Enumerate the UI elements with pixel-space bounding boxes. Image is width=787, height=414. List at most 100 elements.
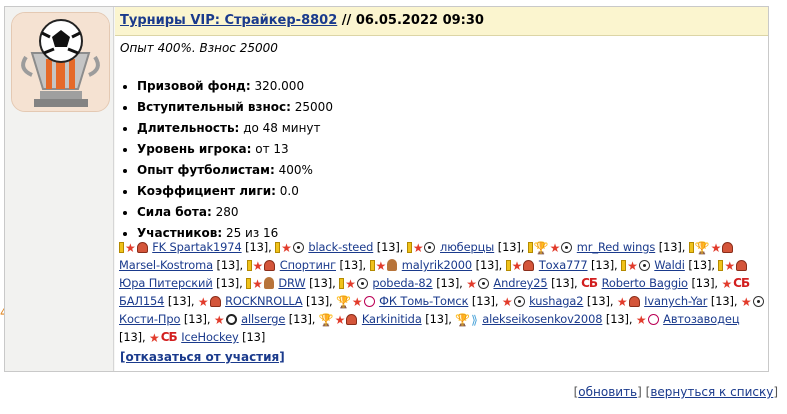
participant-link[interactable]: IceHockey [181,330,239,344]
flag-icon [246,278,252,289]
star-icon: ★ [721,277,733,291]
participant-link[interactable]: Roberto Baggio [602,276,688,290]
participant-level: [13], [212,258,247,272]
ball-icon [292,242,304,253]
participant-link[interactable]: Юра Питерский [119,276,213,290]
participant-entry: ★ FK Spartak1974 [13], [119,240,276,255]
cancel-participation-link[interactable]: [отказаться от участия] [120,350,285,364]
refresh-link[interactable]: обновить [578,385,637,399]
participant-entry: ★ ROCKNROLLA [13], [197,294,336,309]
participant-entry: ★ kushaga2 [13], [501,294,617,309]
participant-level: [13], [212,276,247,290]
tournament-subtitle: Опыт 400%. Взнос 25000 [120,41,278,55]
cup-icon: 🏆 [694,241,710,255]
participant-link[interactable]: Ivanych-Yar [644,294,707,308]
helmet-icon [264,260,276,271]
participant-level: [13], [336,258,370,272]
tournament-datetime: 06.05.2022 09:30 [355,13,484,28]
flag-icon [527,242,533,253]
participant-link[interactable]: люберцы [440,240,494,254]
star-icon: ★ [334,313,346,327]
panda-icon [225,314,237,325]
bottom-links: [обновить] [вернуться к списку] [573,385,778,399]
helmet-icon [209,296,221,307]
figure-icon [387,259,398,271]
cup-icon: 🏆 [455,313,471,327]
participant-link[interactable]: Тоха777 [539,258,588,272]
back-to-list-link[interactable]: вернуться к списку [650,385,773,399]
participant-level: [13], [547,276,582,290]
star-icon: ★ [281,241,292,255]
participant-level: [13], [687,276,722,290]
participant-entry: ★СБ IceHockey [13] [149,330,266,345]
star-icon: ★ [375,259,387,273]
star-icon: ★ [627,259,638,273]
participant-link[interactable]: Karkinitida [362,312,422,326]
participant-level: [13], [241,240,276,254]
helmet-icon [628,296,640,307]
participant-link[interactable]: allserge [241,312,285,326]
participant-link[interactable]: Andrey25 [493,276,547,290]
figure-icon [263,277,274,289]
cup-icon: 🏆 [318,313,334,327]
stat-entry-fee: Вступительный взнос: 25000 [137,97,333,118]
stat-footballer-exp: Опыт футболистам: 400% [137,160,333,181]
star-icon: ★ [213,313,225,327]
ball-icon [513,296,525,307]
smile-icon [363,296,375,307]
participant-link[interactable]: Спортинг [280,258,336,272]
tournament-details: Турниры VIP: Страйкер-8802 // 06.05.2022… [115,7,768,371]
star-icon: ★ [125,241,136,255]
flag-icon [275,242,281,253]
smile-icon [647,314,659,325]
ball-icon [356,278,368,289]
participant-link[interactable]: Marsel-Kostroma [119,258,213,272]
participant-link[interactable]: alekseikosenkov2008 [482,312,602,326]
tournament-title-link[interactable]: Турниры VIP: Страйкер-8802 [120,13,337,28]
flag-icon [119,242,124,253]
stat-duration: Длительность: до 48 минут [137,118,333,139]
flag-icon [246,260,252,271]
participant-level: [13], [285,312,319,326]
tournament-card: Турниры VIP: Страйкер-8802 // 06.05.2022… [4,6,769,372]
star-icon: ★ [616,295,628,309]
participant-link[interactable]: pobeda-82 [372,276,432,290]
participant-link[interactable]: kushaga2 [529,294,583,308]
participant-link[interactable]: БАЛ154 [119,294,164,308]
star-icon: ★ [149,331,160,345]
participant-link[interactable]: malyrik2000 [402,258,472,272]
participant-link[interactable]: ФК Томь-Томск [379,294,468,308]
participant-level: [13], [587,258,622,272]
flag-icon [369,260,375,271]
participant-link[interactable]: mr_Red wings [577,240,656,254]
sb-icon: СБ [581,276,598,290]
participant-link[interactable]: FK Spartak1974 [152,240,242,254]
star-icon: ★ [351,295,363,309]
participant-link[interactable]: Кости-Про [119,312,180,326]
star-icon: ★ [252,277,263,291]
participant-link[interactable]: Автозаводец [663,312,739,326]
participant-link[interactable]: ROCKNROLLA [225,294,303,308]
participant-link[interactable]: black-steed [308,240,373,254]
participant-level: [13] [238,330,266,344]
participant-level: [13], [119,330,150,344]
star-icon: ★ [635,313,647,327]
star-icon: ★ [501,295,513,309]
participant-link[interactable]: Waldi [654,258,685,272]
star-icon: ★ [466,277,477,291]
ball-icon [561,242,573,253]
participant-entry: ★ allserge [13], [213,312,319,327]
participant-entry: ★ Ivanych-Yar [13], [616,294,741,309]
participant-entry: ★ DRW [13], [246,276,339,291]
star-icon: ★ [197,295,209,309]
participant-level: [13], [472,258,506,272]
participant-entry: ★ malyrik2000 [13], [369,258,506,273]
stat-bot-strength: Сила бота: 280 [137,202,333,223]
flag-icon [688,242,694,253]
participant-entry: 🏆★ ФК Томь-Томск [13], [336,294,502,309]
participant-link[interactable]: DRW [278,276,305,290]
participant-entry: СБ Roberto Baggio [13], [581,276,721,290]
star-icon: ★ [511,259,523,273]
participant-entry: 🏆★ mr_Red wings [13], [527,240,689,255]
stat-prize-fund: Призовой фонд: 320.000 [137,76,333,97]
